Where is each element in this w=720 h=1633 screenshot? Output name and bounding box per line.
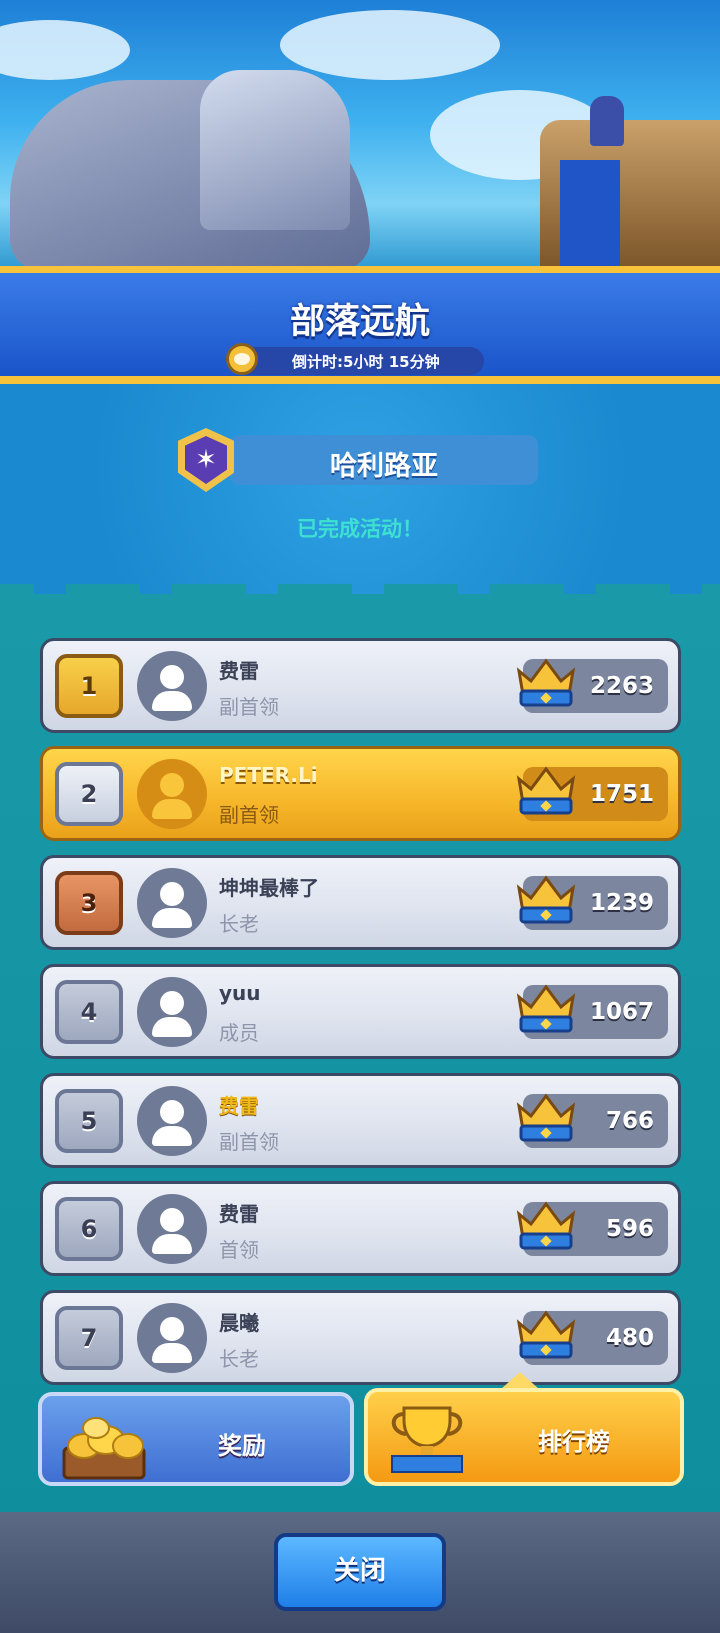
- score-box: 766: [516, 1093, 668, 1148]
- tab-ranking[interactable]: 排行榜: [364, 1388, 684, 1486]
- player-avatar-icon: [137, 1194, 207, 1264]
- player-score: 1751: [589, 781, 654, 807]
- rank-badge: 4: [55, 980, 123, 1044]
- score-box: 1239: [516, 875, 668, 930]
- clan-name-bar: 哈利路亚: [230, 435, 538, 485]
- countdown-text: 倒计时:5小时 15分钟: [292, 351, 440, 372]
- player-name: 费雷: [219, 659, 259, 683]
- crown-icon: [516, 658, 576, 707]
- player-avatar-icon: [137, 1303, 207, 1373]
- player-name: 晨曦: [219, 1311, 259, 1335]
- score-box: 480: [516, 1310, 668, 1365]
- rank-badge: 5: [55, 1089, 123, 1153]
- player-name: 费雷: [219, 1094, 259, 1118]
- tab-ranking-label: 排行榜: [538, 1428, 610, 1456]
- score-box: 1751: [516, 766, 668, 821]
- event-banner-art: [0, 0, 720, 272]
- crown-icon: [516, 1310, 576, 1359]
- clan-info-area: [0, 384, 720, 594]
- player-avatar-icon: [137, 651, 207, 721]
- trophy-icon: [391, 1406, 463, 1473]
- leaderboard-row[interactable]: 2 PETER.Li 副首领 1751: [40, 746, 681, 841]
- player-role: 长老: [219, 1347, 259, 1371]
- player-name: yuu: [219, 981, 261, 1005]
- crown-icon: [516, 766, 576, 815]
- player-role: 长老: [219, 912, 259, 936]
- hours-unit: 小时: [353, 353, 384, 371]
- player-name: 费雷: [219, 1202, 259, 1226]
- player-role: 成员: [219, 1021, 259, 1045]
- countdown-hours: 5: [343, 353, 354, 371]
- rank-badge: 2: [55, 762, 123, 826]
- leaderboard-row[interactable]: 5 费雷副首领 766: [40, 1073, 681, 1168]
- countdown-minutes: 15: [388, 353, 410, 371]
- player-score: 1067: [589, 999, 654, 1025]
- player-score: 766: [605, 1108, 654, 1134]
- tab-rewards[interactable]: 奖励: [38, 1392, 354, 1486]
- player-role: 副首领: [219, 803, 279, 827]
- crown-icon: [516, 984, 576, 1033]
- coin-chest-icon: [62, 1417, 146, 1480]
- score-box: 596: [516, 1201, 668, 1256]
- score-box: 2263: [516, 658, 668, 713]
- player-role: 首领: [219, 1238, 259, 1262]
- player-score: 596: [605, 1216, 654, 1242]
- rank-badge: 7: [55, 1306, 123, 1370]
- tab-rewards-label: 奖励: [218, 1432, 266, 1460]
- countdown-prefix: 倒计时:: [292, 353, 343, 371]
- player-score: 1239: [589, 890, 654, 916]
- crown-icon: [516, 875, 576, 924]
- close-button[interactable]: 关闭: [274, 1533, 446, 1611]
- leaderboard-row[interactable]: 4 yuu 成员 1067: [40, 964, 681, 1059]
- castle-wall-edge: [0, 580, 720, 598]
- rank-badge: 1: [55, 654, 123, 718]
- rank-badge: 6: [55, 1197, 123, 1261]
- player-score: 2263: [589, 673, 654, 699]
- clan-name: 哈利路亚: [330, 451, 438, 482]
- countdown-timer: 倒计时:5小时 15分钟: [226, 343, 484, 375]
- player-avatar-icon: [137, 1086, 207, 1156]
- event-title: 部落远航: [289, 302, 430, 342]
- player-avatar-icon: [137, 977, 207, 1047]
- leaderboard-row[interactable]: 7 晨曦长老 480: [40, 1290, 681, 1385]
- leaderboard-row[interactable]: 6 费雷首领 596: [40, 1181, 681, 1276]
- player-name: PETER.Li: [219, 763, 318, 787]
- player-avatar-icon: [137, 868, 207, 938]
- player-avatar-icon: [137, 759, 207, 829]
- minutes-unit: 分钟: [409, 353, 440, 371]
- rank-badge: 3: [55, 871, 123, 935]
- player-name: 坤坤最棒了: [219, 876, 319, 900]
- leaderboard-row[interactable]: 3 坤坤最棒了长老 1239: [40, 855, 681, 950]
- player-role: 副首领: [219, 1130, 279, 1154]
- event-title-band: 部落远航 倒计时:5小时 15分钟: [0, 266, 720, 384]
- crown-icon: [516, 1093, 576, 1142]
- score-box: 1067: [516, 984, 668, 1039]
- crown-icon: [516, 1201, 576, 1250]
- leaderboard-row[interactable]: 1 费雷副首领 2263: [40, 638, 681, 733]
- player-score: 480: [605, 1325, 654, 1351]
- clan-status-text: 已完成活动！: [297, 517, 423, 541]
- player-role: 副首领: [219, 695, 279, 719]
- clock-icon: [226, 343, 258, 375]
